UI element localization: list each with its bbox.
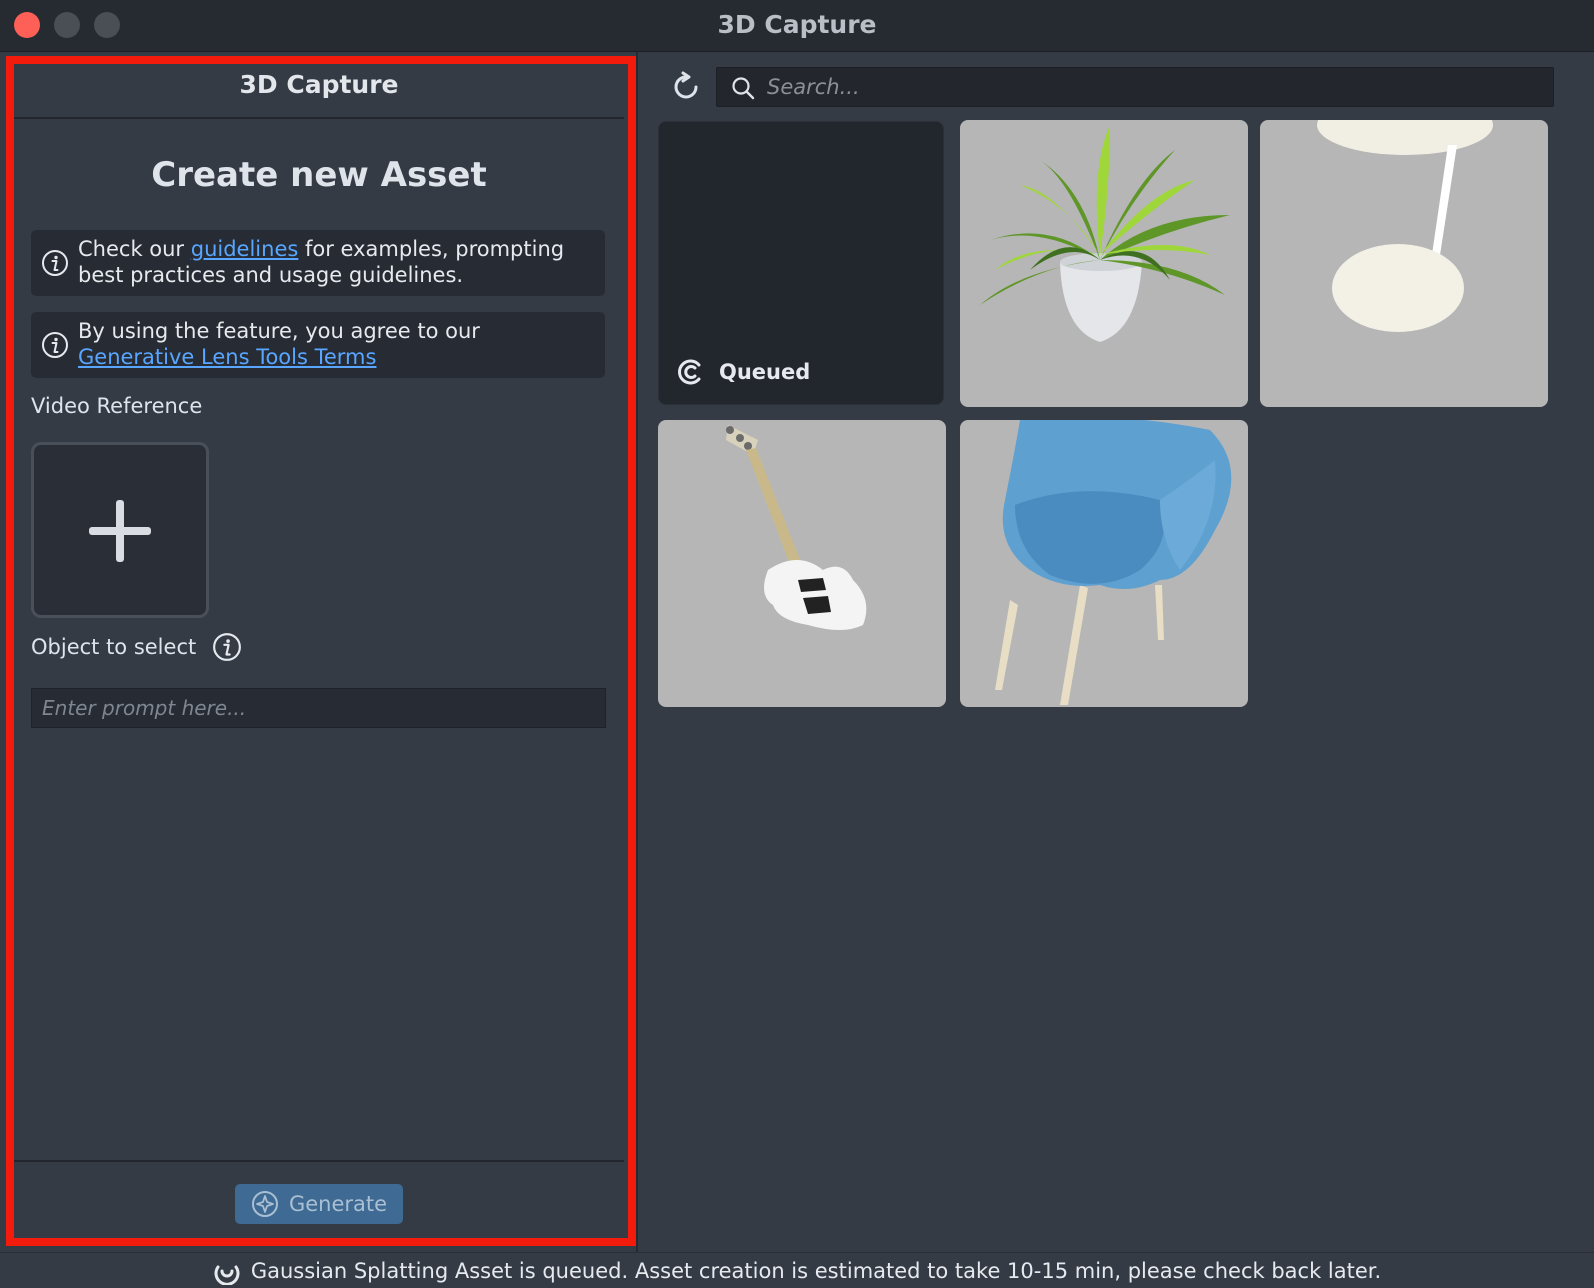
terms-link[interactable]: Generative Lens Tools Terms [78,345,376,369]
asset-tile-guitar[interactable] [658,420,946,707]
info-text-prefix: Check our [78,237,191,261]
terms-info-box: By using the feature, you agree to our G… [31,312,605,378]
guidelines-link[interactable]: guidelines [191,237,299,261]
guidelines-info-box: Check our guidelines for examples, promp… [31,230,605,296]
search-input[interactable] [767,68,1547,106]
lamp-thumbnail [1317,120,1493,332]
title-bar: 3D Capture [0,0,1594,52]
status-message: Gaussian Splatting Asset is queued. Asse… [250,1258,1382,1283]
video-reference-label: Video Reference [31,394,203,418]
asset-tile-chair[interactable] [960,420,1248,707]
refresh-icon[interactable] [670,70,704,104]
sparkle-icon [251,1191,278,1217]
generate-button[interactable]: Generate [235,1184,403,1224]
window-title: 3D Capture [717,10,877,39]
info-icon [42,250,68,276]
info-icon [42,332,68,358]
video-upload-button[interactable] [31,442,209,618]
asset-library-panel: Queued [640,52,1594,1252]
panel-header: 3D Capture [14,52,624,119]
chair-thumbnail [995,420,1232,705]
queued-spinner-icon [678,359,701,385]
object-select-label: Object to select [31,635,197,659]
queued-label: Queued [719,360,811,384]
create-asset-title: Create new Asset [151,155,487,195]
prompt-input[interactable] [31,688,606,728]
queued-spinner-icon [214,1265,240,1285]
app-window: 3D Capture 3D Capture Create new Asset C… [0,0,1594,1288]
terms-text-prefix: By using the feature, you agree to our [78,319,480,343]
asset-tile-plant[interactable] [960,120,1248,407]
object-select-row: Object to select [31,632,242,662]
create-asset-panel: 3D Capture Create new Asset Check our gu… [0,52,638,1252]
guitar-thumbnail [726,425,867,630]
plus-icon [89,500,151,562]
asset-tile-queued[interactable]: Queued [658,121,944,405]
search-icon [732,77,755,100]
plant-thumbnail [980,125,1230,342]
search-box[interactable] [716,67,1554,107]
status-bar: Gaussian Splatting Asset is queued. Asse… [0,1252,1594,1288]
asset-tile-lamp[interactable] [1260,120,1548,407]
footer-divider [14,1160,624,1162]
generate-label: Generate [288,1192,388,1216]
queued-status: Queued [677,358,810,386]
info-icon[interactable] [212,632,242,662]
